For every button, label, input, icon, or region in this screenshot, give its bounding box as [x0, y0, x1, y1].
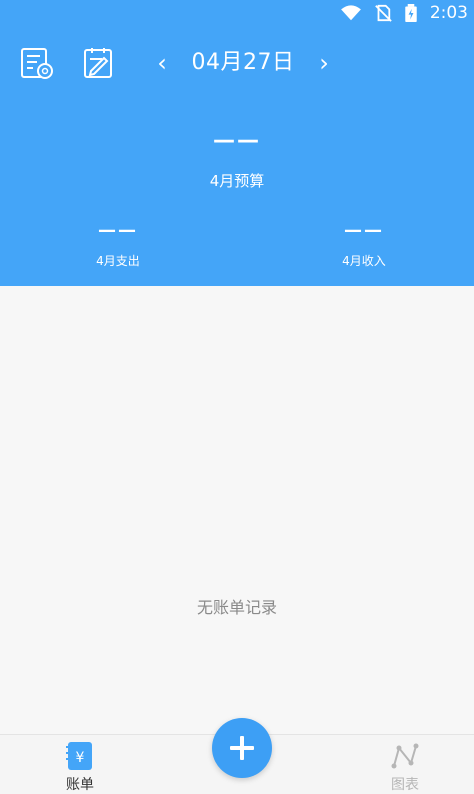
- bill-icon: ¥: [66, 742, 92, 770]
- tab-bills-label: 账单: [66, 777, 94, 793]
- income-summary[interactable]: —— 4月收入: [299, 220, 429, 269]
- expense-label: 4月支出: [96, 254, 140, 268]
- next-date-arrow[interactable]: ›: [312, 48, 336, 78]
- top-nav: ‹ 04月27日 ›: [0, 40, 474, 86]
- budget-settings-icon[interactable]: [20, 46, 54, 80]
- budget-value: ——: [213, 128, 261, 153]
- tab-chart-label: 图表: [391, 777, 419, 793]
- current-date[interactable]: 04月27日: [188, 48, 298, 78]
- tab-bills[interactable]: ¥ 账单: [45, 741, 115, 794]
- plus-icon: [230, 736, 254, 760]
- edit-note-icon[interactable]: [82, 46, 116, 80]
- expense-summary[interactable]: —— 4月支出: [53, 220, 183, 269]
- add-record-button[interactable]: [212, 718, 272, 778]
- empty-state-text: 无账单记录: [196, 598, 277, 617]
- line-chart-icon: [391, 743, 419, 769]
- budget-label: 4月预算: [209, 172, 265, 190]
- previous-date-arrow[interactable]: ‹: [150, 48, 174, 78]
- status-bar: 2:03: [340, 0, 474, 26]
- status-time: 2:03: [429, 3, 468, 23]
- income-label: 4月收入: [342, 254, 386, 268]
- expense-value: ——: [98, 220, 138, 241]
- income-value: ——: [344, 220, 384, 241]
- no-sim-icon: [374, 4, 392, 22]
- header: 2:03 ‹ 04月27日 › —— 4月预算 —— 4月支出 —— 4月收入: [0, 0, 474, 286]
- wifi-icon: [340, 5, 361, 21]
- tab-chart[interactable]: 图表: [370, 741, 440, 794]
- bill-icon-glyph: ¥: [76, 750, 85, 766]
- battery-charging-icon: [405, 4, 417, 22]
- app-screen: 2:03 ‹ 04月27日 › —— 4月预算 —— 4月支出 —— 4月收入 …: [0, 0, 474, 794]
